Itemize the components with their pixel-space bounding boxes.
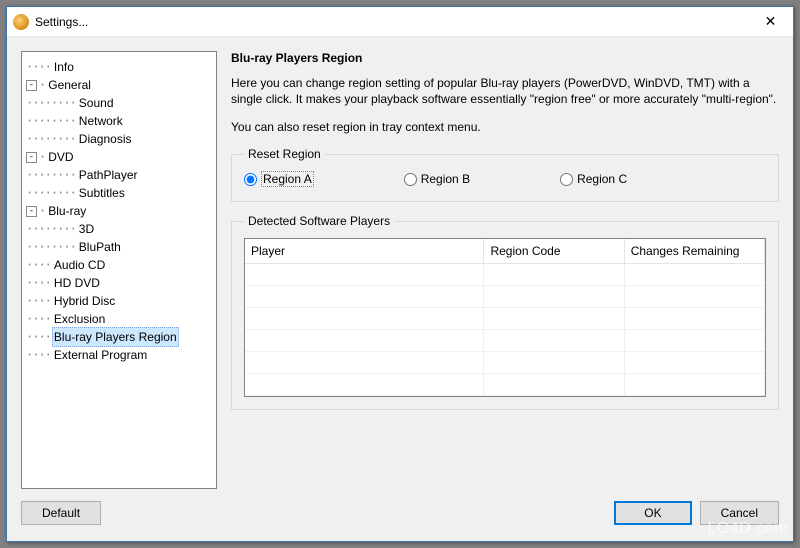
tree-item-label[interactable]: DVD	[46, 148, 75, 166]
region-radio-input[interactable]	[404, 173, 417, 186]
tree-item-label[interactable]: Audio CD	[52, 256, 107, 274]
tree-expander-icon[interactable]: -	[26, 80, 37, 91]
page-description-1: Here you can change region setting of po…	[231, 75, 779, 107]
tree-item-label[interactable]: Blu-ray	[46, 202, 88, 220]
table-cell	[624, 373, 764, 395]
table-cell	[624, 307, 764, 329]
table-cell	[245, 285, 484, 307]
table-cell	[484, 285, 624, 307]
tree-item-label[interactable]: General	[46, 76, 93, 94]
table-cell	[245, 329, 484, 351]
region-radio-region-c[interactable]: Region C	[560, 171, 627, 187]
table-cell	[484, 263, 624, 285]
default-button[interactable]: Default	[21, 501, 101, 525]
tree-item-label[interactable]: Network	[77, 112, 125, 130]
table-cell	[245, 307, 484, 329]
table-row[interactable]	[245, 307, 765, 329]
table-cell	[484, 329, 624, 351]
window-title: Settings...	[35, 15, 748, 29]
table-row[interactable]	[245, 329, 765, 351]
detected-players-group: Detected Software Players PlayerRegion C…	[231, 214, 779, 410]
table-cell	[484, 351, 624, 373]
reset-region-legend: Reset Region	[244, 147, 325, 161]
tree-item-general[interactable]: -·General	[26, 76, 212, 94]
table-cell	[624, 263, 764, 285]
region-radio-label: Region C	[577, 172, 627, 186]
tree-item-label[interactable]: Subtitles	[77, 184, 127, 202]
tree-item-subtitles[interactable]: ········Subtitles	[26, 184, 212, 202]
close-button[interactable]: ✕	[748, 7, 793, 36]
cancel-button[interactable]: Cancel	[700, 501, 779, 525]
table-row[interactable]	[245, 373, 765, 395]
tree-item-blu-ray[interactable]: -·Blu-ray	[26, 202, 212, 220]
region-radio-region-b[interactable]: Region B	[404, 171, 470, 187]
tree-item-label[interactable]: HD DVD	[52, 274, 102, 292]
tree-item-audio-cd[interactable]: ····Audio CD	[26, 256, 212, 274]
tree-item-sound[interactable]: ········Sound	[26, 94, 212, 112]
dialog-button-row: Default OK Cancel	[21, 499, 779, 527]
tree-item-hd-dvd[interactable]: ····HD DVD	[26, 274, 212, 292]
tree-item-external-program[interactable]: ····External Program	[26, 346, 212, 364]
client-area: ····Info-·General········Sound········Ne…	[7, 37, 793, 541]
region-radio-label: Region B	[421, 172, 470, 186]
tree-item-label[interactable]: Blu-ray Players Region	[52, 327, 179, 347]
region-radio-input[interactable]	[560, 173, 573, 186]
column-header-changes-remaining[interactable]: Changes Remaining	[624, 239, 764, 263]
tree-item-network[interactable]: ········Network	[26, 112, 212, 130]
table-row[interactable]	[245, 285, 765, 307]
tree-item-label[interactable]: 3D	[77, 220, 96, 238]
tree-item-label[interactable]: Exclusion	[52, 310, 107, 328]
tree-item-diagnosis[interactable]: ········Diagnosis	[26, 130, 212, 148]
table-cell	[484, 307, 624, 329]
table-cell	[484, 373, 624, 395]
app-icon	[13, 14, 29, 30]
region-radio-label: Region A	[261, 171, 314, 187]
table-cell	[245, 263, 484, 285]
column-header-region-code[interactable]: Region Code	[484, 239, 624, 263]
tree-item-label[interactable]: Sound	[77, 94, 116, 112]
table-row[interactable]	[245, 263, 765, 285]
table-row[interactable]	[245, 351, 765, 373]
tree-item-label[interactable]: Info	[52, 58, 76, 76]
tree-item-label[interactable]: External Program	[52, 346, 149, 364]
tree-item-info[interactable]: ····Info	[26, 58, 212, 76]
tree-item-label[interactable]: Hybrid Disc	[52, 292, 117, 310]
settings-window: Settings... ✕ ····Info-·General········S…	[6, 6, 794, 542]
page-heading: Blu-ray Players Region	[231, 51, 779, 65]
tree-item-3d[interactable]: ········3D	[26, 220, 212, 238]
page-description-2: You can also reset region in tray contex…	[231, 119, 779, 135]
tree-item-hybrid-disc[interactable]: ····Hybrid Disc	[26, 292, 212, 310]
tree-expander-icon[interactable]: -	[26, 206, 37, 217]
tree-item-pathplayer[interactable]: ········PathPlayer	[26, 166, 212, 184]
titlebar: Settings... ✕	[7, 7, 793, 37]
content-pane: Blu-ray Players Region Here you can chan…	[231, 51, 779, 489]
region-radio-input[interactable]	[244, 173, 257, 186]
column-header-player[interactable]: Player	[245, 239, 484, 263]
table-cell	[245, 373, 484, 395]
table-cell	[624, 285, 764, 307]
tree-item-label[interactable]: Diagnosis	[77, 130, 134, 148]
tree-expander-icon[interactable]: -	[26, 152, 37, 163]
region-radio-region-a[interactable]: Region A	[244, 171, 314, 187]
tree-item-label[interactable]: BluPath	[77, 238, 123, 256]
tree-item-exclusion[interactable]: ····Exclusion	[26, 310, 212, 328]
tree-item-blupath[interactable]: ········BluPath	[26, 238, 212, 256]
reset-region-group: Reset Region Region A Region B Region C	[231, 147, 779, 202]
table-cell	[624, 351, 764, 373]
tree-item-dvd[interactable]: -·DVD	[26, 148, 212, 166]
ok-button[interactable]: OK	[614, 501, 691, 525]
table-cell	[245, 351, 484, 373]
settings-tree[interactable]: ····Info-·General········Sound········Ne…	[21, 51, 217, 489]
tree-item-blu-ray-players-region[interactable]: ····Blu-ray Players Region	[26, 328, 212, 346]
detected-players-legend: Detected Software Players	[244, 214, 394, 228]
table-cell	[624, 329, 764, 351]
tree-item-label[interactable]: PathPlayer	[77, 166, 140, 184]
detected-players-table[interactable]: PlayerRegion CodeChanges Remaining	[245, 239, 765, 396]
